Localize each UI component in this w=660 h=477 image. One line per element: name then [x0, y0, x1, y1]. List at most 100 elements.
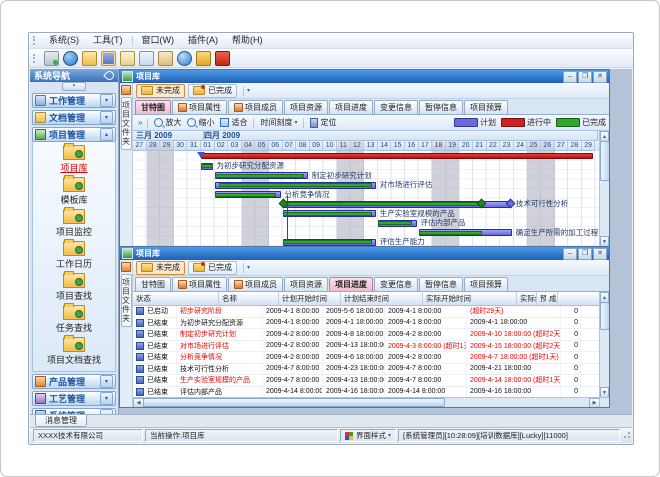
exit-icon[interactable]: [215, 51, 230, 66]
scroll-thumb[interactable]: [600, 302, 609, 330]
column-header[interactable]: 计划结束时间: [341, 292, 423, 305]
chevron-down-icon[interactable]: [100, 111, 113, 124]
tab[interactable]: 项目预算: [464, 100, 508, 114]
filter-overflow-icon[interactable]: [247, 87, 250, 94]
为初步研究分配资源[interactable]: 已结束为初步研究分配资源2009-4-1 8:00:002009-4-1 18:…: [133, 318, 600, 330]
制定初步研究计划[interactable]: 已结束制定初步研究计划2009-4-2 8:00:002009-4-8 18:0…: [133, 329, 600, 341]
collapse-button[interactable]: [62, 82, 86, 91]
column-header[interactable]: 实际开始时间: [423, 292, 517, 305]
pin-icon[interactable]: [103, 69, 116, 82]
menu-window[interactable]: 窗口(W): [135, 33, 182, 48]
tab[interactable]: 项目资源: [284, 100, 328, 114]
column-header[interactable]: 实际结束时间: [517, 292, 537, 305]
column-header[interactable]: 成: [546, 292, 558, 305]
mail-icon[interactable]: [158, 51, 173, 66]
tab[interactable]: 项目预算: [464, 277, 508, 291]
scroll-thumb[interactable]: [143, 398, 445, 407]
sidebar-section-project[interactable]: 项目管理: [32, 127, 116, 142]
finished-filter-button[interactable]: 已完成: [188, 261, 237, 275]
ui-style-dropdown[interactable]: 界面样式: [340, 429, 396, 442]
tab[interactable]: 甘特图: [135, 277, 171, 291]
tab[interactable]: 项目成员: [228, 277, 283, 291]
zoom-in-button[interactable]: 放大: [151, 117, 184, 128]
column-header[interactable]: 名称: [219, 292, 279, 305]
chevron-down-icon[interactable]: [100, 375, 113, 388]
filter-overflow-icon[interactable]: [247, 264, 250, 271]
sidebar-section-document[interactable]: 文档管理: [32, 110, 116, 125]
minimize-button[interactable]: [563, 71, 577, 83]
chevron-down-icon[interactable]: [100, 392, 113, 405]
restore-button[interactable]: [578, 71, 592, 83]
chevron-down-icon[interactable]: [100, 94, 113, 107]
tab[interactable]: 甘特图: [135, 100, 171, 114]
fit-button[interactable]: 适合: [217, 117, 250, 128]
lock-icon[interactable]: [196, 51, 211, 66]
table-horizontal-scrollbar[interactable]: [133, 397, 600, 407]
sidebar-section-craft[interactable]: 工艺管理: [32, 391, 116, 406]
tab[interactable]: 项目进度: [329, 277, 373, 291]
分析竞争情况[interactable]: 已结束分析竞争情况2009-4-2 8:00:002009-4-6 18:00:…: [133, 352, 600, 364]
gantt-window-titlebar[interactable]: 项目库: [120, 70, 609, 83]
技术可行性分析[interactable]: 已结束技术可行性分析2009-4-7 8:00:002009-4-23 18:0…: [133, 364, 600, 376]
save-icon[interactable]: [101, 51, 116, 66]
side-tab-project-folder[interactable]: 项目文件夹: [121, 274, 132, 327]
weekend-stripe: [160, 151, 174, 247]
time-scale-dropdown[interactable]: 时间刻度: [257, 117, 300, 128]
close-button[interactable]: [593, 248, 607, 260]
sidebar-item[interactable]: 工作日历: [56, 241, 92, 270]
message-icon[interactable]: [139, 51, 154, 66]
tab[interactable]: 项目资源: [284, 277, 328, 291]
column-header[interactable]: 状态: [133, 292, 219, 305]
tab[interactable]: 变更信息: [374, 100, 418, 114]
help-icon[interactable]: [177, 51, 192, 66]
menu-tools[interactable]: 工具(T): [86, 33, 130, 48]
tab[interactable]: 暂停信息: [419, 277, 463, 291]
zoom-out-button[interactable]: 缩小: [184, 117, 217, 128]
close-button[interactable]: [593, 71, 607, 83]
sidebar-item[interactable]: 项目查找: [56, 273, 92, 302]
workspace-icon[interactable]: [44, 51, 59, 66]
gantt-vertical-scrollbar[interactable]: [599, 131, 609, 247]
tab[interactable]: 项目进度: [329, 100, 373, 114]
生产实验室规模的产品[interactable]: 已结束生产实验室规模的产品2009-4-7 8:00:002009-4-13 1…: [133, 375, 600, 387]
tab[interactable]: 暂停信息: [419, 100, 463, 114]
network-icon[interactable]: [63, 51, 78, 66]
gantt-bar-inprogress[interactable]: [201, 153, 593, 159]
unfinished-filter-button[interactable]: 未完成: [136, 84, 185, 98]
unfinished-filter-button[interactable]: 未完成: [136, 261, 185, 275]
menu-plugins[interactable]: 插件(A): [181, 33, 225, 48]
tab[interactable]: 变更信息: [374, 277, 418, 291]
column-header[interactable]: 预算: [537, 292, 546, 305]
menu-help[interactable]: 帮助(H): [225, 33, 270, 48]
tab[interactable]: 项目属性: [172, 277, 227, 291]
resize-grip[interactable]: [622, 432, 630, 440]
chevron-up-icon[interactable]: [100, 128, 113, 141]
sidebar-item[interactable]: 模板库: [60, 177, 87, 206]
locate-button[interactable]: 定位: [307, 117, 339, 128]
对市场进行评估[interactable]: 已结束对市场进行评估2009-4-2 8:00:002009-4-13 18:0…: [133, 341, 600, 353]
table-window-titlebar[interactable]: 项目库: [120, 247, 609, 260]
scroll-thumb[interactable]: [600, 141, 609, 181]
gantt-day-header: 28: [568, 141, 582, 151]
sidebar-item[interactable]: 项目监控: [56, 209, 92, 238]
初步研究阶段[interactable]: 已启动初步研究阶段2009-4-1 8:00:002009-5-6 18:00:…: [133, 306, 600, 318]
restore-button[interactable]: [578, 248, 592, 260]
menu-system[interactable]: 系统(S): [42, 33, 86, 48]
column-header[interactable]: 计划开始时间: [279, 292, 341, 305]
minimize-button[interactable]: [563, 248, 577, 260]
sidebar-item[interactable]: 项目库: [60, 145, 87, 174]
tab[interactable]: 项目属性: [172, 100, 227, 114]
side-tab-project-folder[interactable]: 项目文件夹: [121, 97, 132, 150]
gantt-day-header: 11: [337, 141, 351, 151]
toolbar-overflow-icon[interactable]: [136, 118, 144, 127]
sidebar-section-product[interactable]: 产品管理: [32, 374, 116, 389]
table-vertical-scrollbar[interactable]: [599, 292, 609, 398]
sidebar-item[interactable]: 任务查找: [56, 305, 92, 334]
sidebar-item[interactable]: 项目文档查找: [47, 337, 101, 366]
report-icon[interactable]: [120, 51, 135, 66]
tab[interactable]: 项目成员: [228, 100, 283, 114]
sidebar-section-work[interactable]: 工作管理: [32, 93, 116, 108]
open-folder-icon[interactable]: [82, 51, 97, 66]
tab-message-management[interactable]: 消息管理: [35, 415, 87, 427]
finished-filter-button[interactable]: 已完成: [188, 84, 237, 98]
